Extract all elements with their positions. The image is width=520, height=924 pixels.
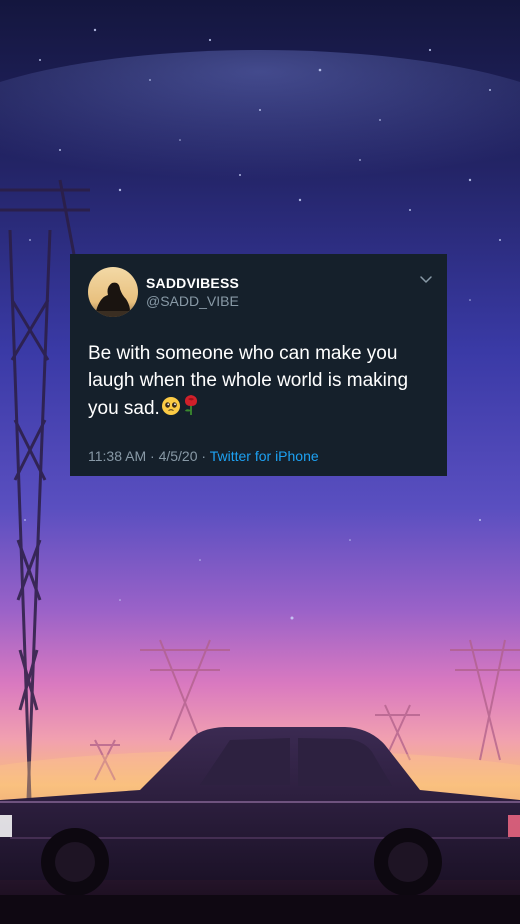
avatar-image: [88, 267, 138, 317]
tweet-source-link[interactable]: Twitter for iPhone: [210, 448, 319, 464]
meta-separator: ·: [197, 448, 210, 464]
rose-emoji: [182, 394, 200, 424]
tweet-card[interactable]: SADDVIBESS @SADD_VIBE Be with someone wh…: [70, 254, 447, 476]
tweet-date[interactable]: 4/5/20: [159, 448, 198, 464]
meta-separator: ·: [146, 448, 159, 464]
chevron-down-icon[interactable]: [419, 274, 433, 284]
pleading-face-emoji: [161, 396, 181, 424]
tweet-text: Be with someone who can make you laugh w…: [88, 343, 409, 419]
author-names: SADDVIBESS @SADD_VIBE: [146, 274, 239, 310]
tweet-body: Be with someone who can make you laugh w…: [88, 340, 433, 424]
user-handle[interactable]: @SADD_VIBE: [146, 292, 239, 310]
tweet-meta: 11:38 AM · 4/5/20 · Twitter for iPhone: [88, 447, 431, 465]
tweet-header: SADDVIBESS @SADD_VIBE: [88, 266, 431, 318]
tweet-time[interactable]: 11:38 AM: [88, 448, 146, 464]
display-name[interactable]: SADDVIBESS: [146, 274, 239, 292]
avatar[interactable]: [88, 267, 138, 317]
